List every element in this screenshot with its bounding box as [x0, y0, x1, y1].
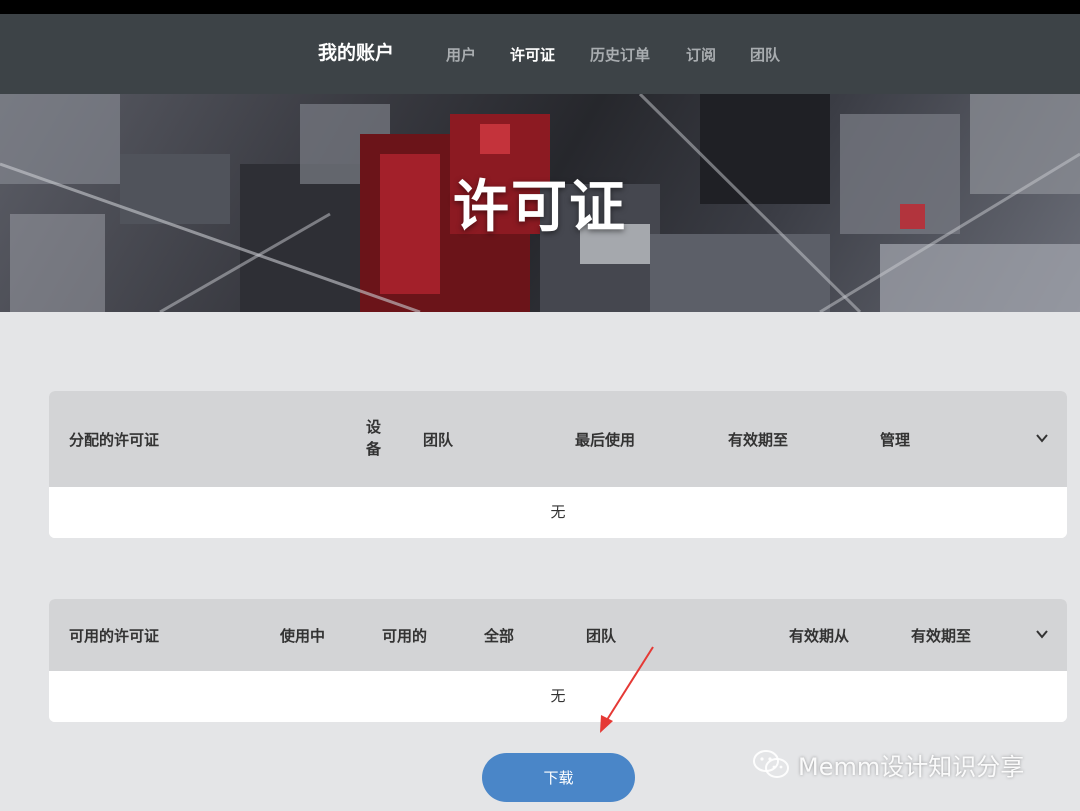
assigned-licenses-empty-row: 无 — [49, 487, 1067, 538]
available-licenses-table: 可用的许可证 使用中 可用的 全部 团队 有效期从 有效期至 无 — [49, 599, 1067, 722]
top-strip — [0, 0, 1080, 14]
red-arrow-annotation — [600, 646, 654, 733]
column-team[interactable]: 团队 — [423, 429, 453, 450]
nav-item-licenses[interactable]: 许可证 — [510, 44, 555, 65]
watermark-text: Memm设计知识分享 — [798, 752, 1025, 781]
column-manage[interactable]: 管理 — [880, 429, 910, 450]
column-assigned-licenses[interactable]: 分配的许可证 — [69, 429, 159, 450]
column-available[interactable]: 可用的 — [382, 625, 427, 646]
nav-item-subscriptions[interactable]: 订阅 — [686, 44, 716, 65]
nav-item-order-history[interactable]: 历史订单 — [590, 44, 650, 65]
column-device[interactable]: 设备 — [366, 416, 386, 460]
chevron-down-icon[interactable] — [1035, 431, 1049, 445]
column-valid-from[interactable]: 有效期从 — [789, 625, 849, 646]
column-last-used[interactable]: 最后使用 — [575, 429, 635, 450]
column-valid-until[interactable]: 有效期至 — [911, 625, 971, 646]
empty-text: 无 — [550, 503, 566, 521]
available-licenses-header-row: 可用的许可证 使用中 可用的 全部 团队 有效期从 有效期至 — [49, 599, 1067, 671]
column-team[interactable]: 团队 — [586, 625, 616, 646]
chevron-down-icon[interactable] — [1035, 627, 1049, 641]
assigned-licenses-table: 分配的许可证 设备 团队 最后使用 有效期至 管理 无 — [49, 391, 1067, 538]
column-in-use[interactable]: 使用中 — [280, 625, 325, 646]
available-licenses-empty-row: 无 — [49, 671, 1067, 722]
empty-text: 无 — [550, 687, 566, 705]
nav-brand-my-account[interactable]: 我的账户 — [318, 38, 394, 65]
nav-item-users[interactable]: 用户 — [446, 44, 476, 65]
column-valid-until[interactable]: 有效期至 — [728, 429, 788, 450]
watermark: Memm设计知识分享 — [752, 744, 1024, 784]
column-available-licenses[interactable]: 可用的许可证 — [69, 625, 159, 646]
column-total[interactable]: 全部 — [484, 625, 514, 646]
assigned-licenses-header-row: 分配的许可证 设备 团队 最后使用 有效期至 管理 — [49, 391, 1067, 487]
download-button[interactable]: 下载 — [482, 753, 635, 802]
hero-title: 许可证 — [453, 175, 627, 240]
wechat-icon — [753, 750, 789, 778]
top-navbar: 我的账户 用户 许可证 历史订单 订阅 团队 — [0, 14, 1080, 94]
hero-banner: 许可证 — [0, 94, 1080, 312]
nav-item-team[interactable]: 团队 — [750, 44, 780, 65]
